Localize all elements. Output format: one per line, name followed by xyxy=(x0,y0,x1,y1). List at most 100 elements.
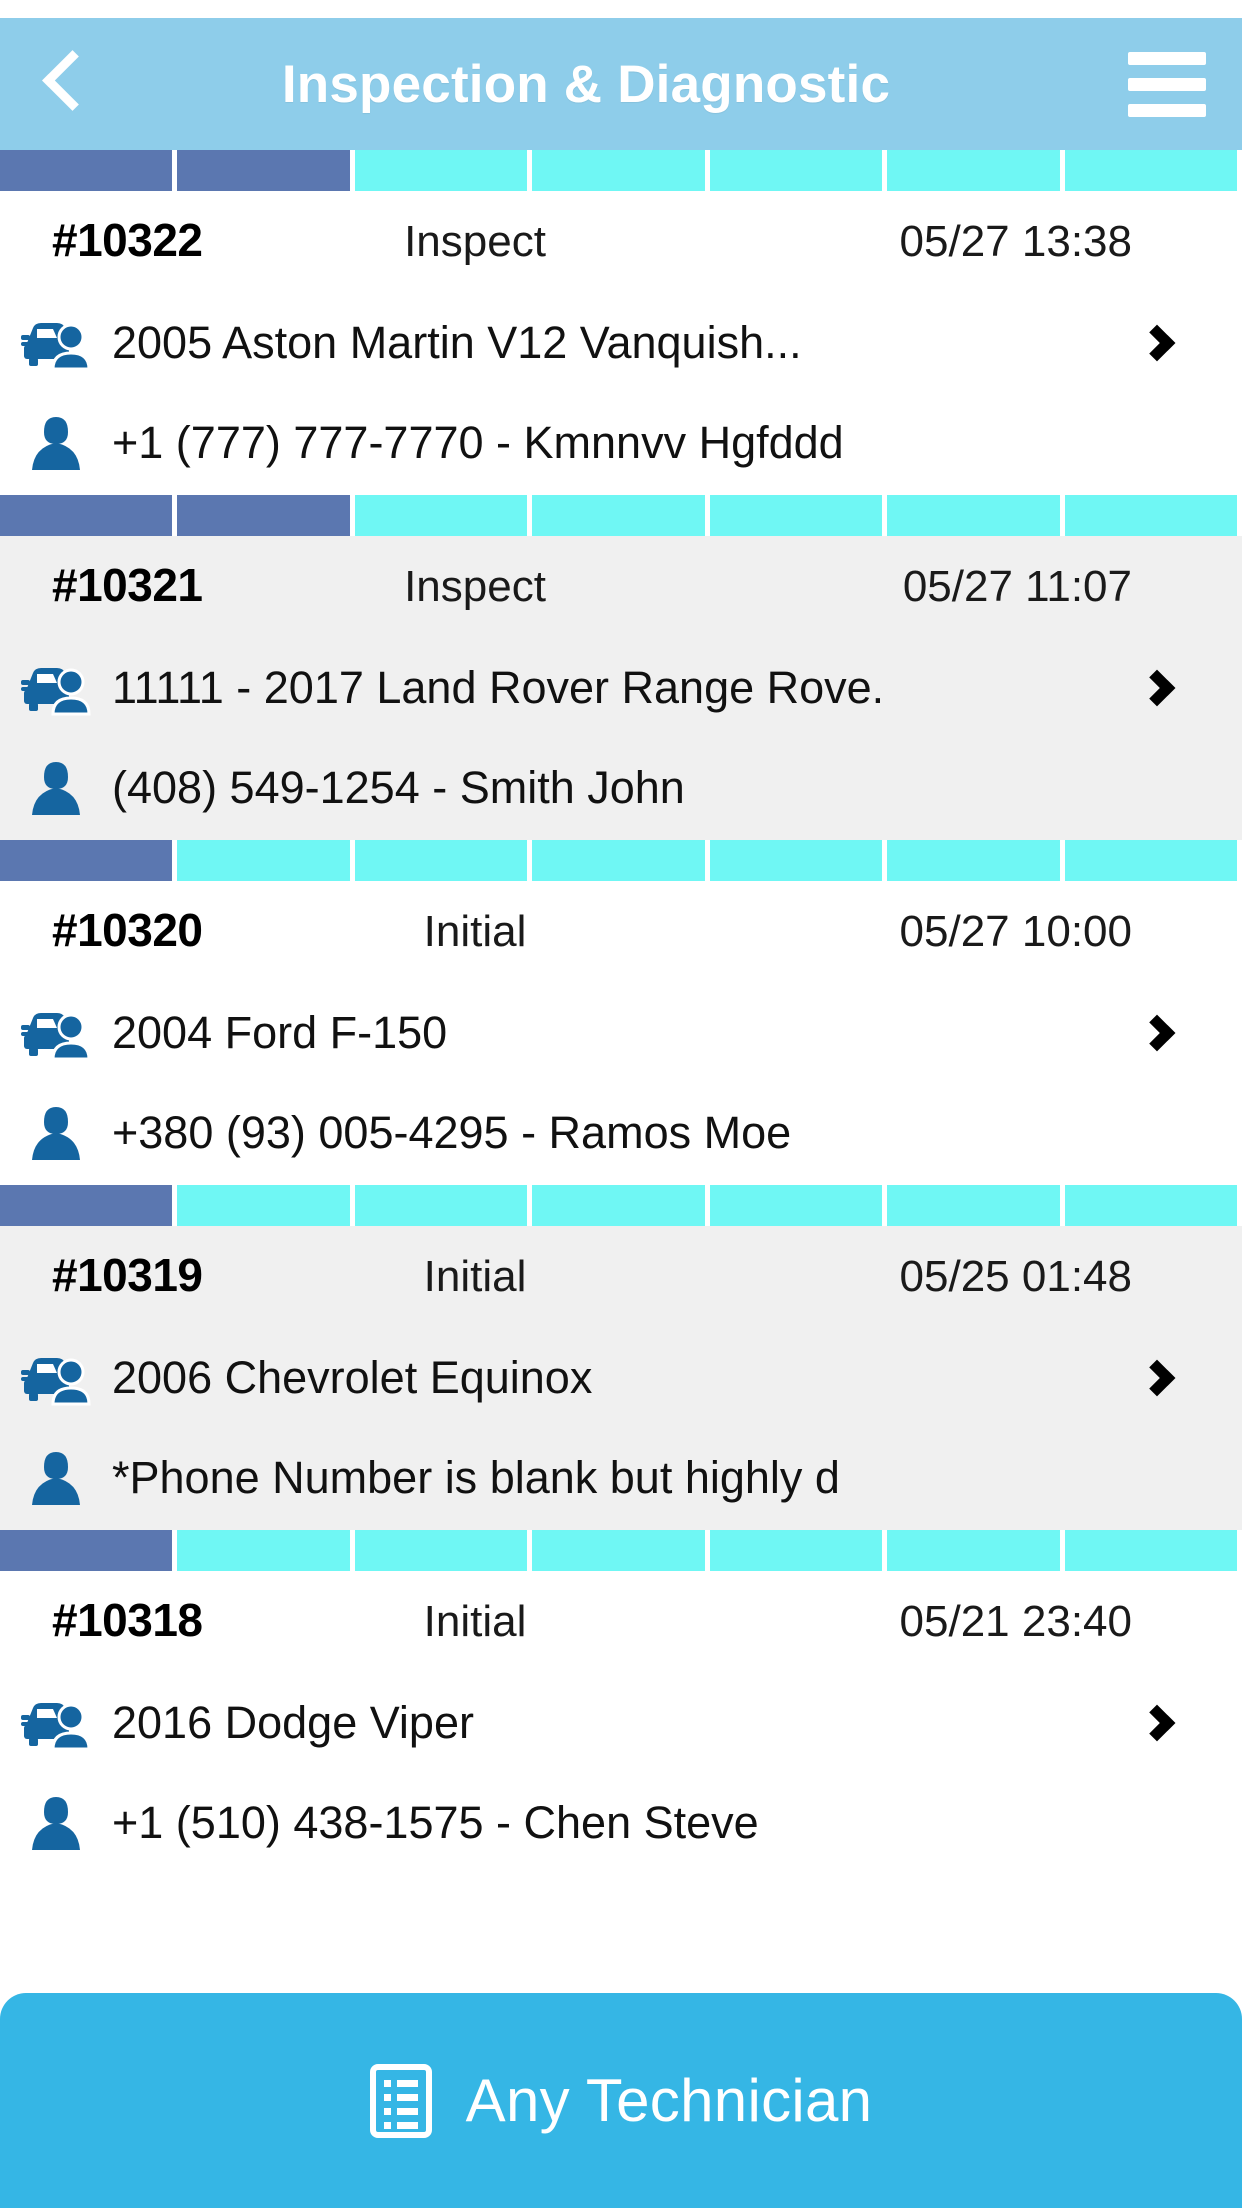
progress-segment xyxy=(177,840,350,881)
inspection-type: Initial xyxy=(423,1252,527,1301)
person-icon xyxy=(0,758,112,818)
contact-line[interactable]: +1 (777) 777-7770 - Kmnnvv Hgfddd xyxy=(0,391,1242,495)
progress-segment xyxy=(1064,150,1237,191)
inspection-type: Initial xyxy=(423,1597,527,1646)
contact-label: (408) 549-1254 - Smith John xyxy=(112,762,685,813)
contact-line[interactable]: *Phone Number is blank but highly d xyxy=(0,1426,1242,1530)
vehicle-line[interactable]: 2004 Ford F-150 xyxy=(0,985,1242,1081)
progress-segment xyxy=(1064,1185,1237,1226)
car-person-icon xyxy=(0,1005,112,1061)
hamburger-menu-button[interactable] xyxy=(1092,18,1242,150)
contact-label: +1 (510) 438-1575 - Chen Steve xyxy=(112,1797,759,1848)
timestamp: 05/25 01:48 xyxy=(899,1252,1132,1301)
app-header: Inspection & Diagnostic xyxy=(0,18,1242,150)
ticket-number: #10318 xyxy=(52,1594,203,1646)
vehicle-line[interactable]: 2005 Aston Martin V12 Vanquish... xyxy=(0,295,1242,391)
chevron-right-icon[interactable] xyxy=(1138,1010,1184,1056)
list-item[interactable]: #10320 Initial 05/27 10:00 2004 Ford F-150 +… xyxy=(0,840,1242,1185)
list-item-body[interactable]: #10322 Inspect 05/27 13:38 2005 Aston Marti… xyxy=(0,191,1242,495)
progress-segment xyxy=(532,1530,705,1571)
person-icon xyxy=(0,1448,112,1508)
hamburger-menu-icon xyxy=(1128,103,1206,117)
list-item[interactable]: #10319 Initial 05/25 01:48 2006 Chevrolet E… xyxy=(0,1185,1242,1530)
vehicle-line[interactable]: 11111 - 2017 Land Rover Range Rove. xyxy=(0,640,1242,736)
timestamp: 05/21 23:40 xyxy=(899,1597,1132,1646)
progress-segment xyxy=(354,1185,528,1226)
progress-segment xyxy=(532,495,705,536)
progress-segment xyxy=(1064,495,1237,536)
chevron-right-icon[interactable] xyxy=(1138,1700,1184,1746)
any-technician-label: Any Technician xyxy=(465,2067,873,2134)
page-title: Inspection & Diagnostic xyxy=(281,54,891,114)
back-chevron-icon xyxy=(41,51,79,117)
contact-label: +1 (777) 777-7770 - Kmnnvv Hgfddd xyxy=(112,417,844,468)
progress-segment xyxy=(532,840,705,881)
progress-segment xyxy=(177,1530,350,1571)
inspection-type: Inspect xyxy=(404,562,546,611)
progress-segment xyxy=(887,840,1060,881)
list-item-body[interactable]: #10318 Initial 05/21 23:40 2016 Dodge Viper… xyxy=(0,1571,1242,1875)
progress-segment xyxy=(887,1530,1060,1571)
list-item-header-line: #10318 Initial 05/21 23:40 xyxy=(0,1571,1242,1675)
vehicle-label: 2004 Ford F-150 xyxy=(112,1007,448,1058)
list-document-icon xyxy=(369,2063,432,2138)
vehicle-line[interactable]: 2016 Dodge Viper xyxy=(0,1675,1242,1771)
timestamp: 05/27 13:38 xyxy=(899,217,1132,266)
inspection-list: #10322 Inspect 05/27 13:38 2005 Aston Marti… xyxy=(0,150,1242,1875)
list-item-body[interactable]: #10321 Inspect 05/27 11:07 11111 - 2017 Lan… xyxy=(0,536,1242,840)
contact-label: *Phone Number is blank but highly d xyxy=(112,1452,840,1503)
person-icon xyxy=(0,1793,112,1853)
progress-segment xyxy=(709,1185,883,1226)
vehicle-line[interactable]: 2006 Chevrolet Equinox xyxy=(0,1330,1242,1426)
hamburger-menu-icon xyxy=(1128,77,1206,91)
progress-segment xyxy=(177,1185,350,1226)
vehicle-label: 2005 Aston Martin V12 Vanquish... xyxy=(112,317,802,368)
hamburger-menu-icon xyxy=(1128,51,1206,65)
timestamp: 05/27 10:00 xyxy=(899,907,1132,956)
vehicle-label: 2006 Chevrolet Equinox xyxy=(112,1352,593,1403)
list-item-header-line: #10320 Initial 05/27 10:00 xyxy=(0,881,1242,985)
progress-segment xyxy=(177,150,350,191)
progress-segment xyxy=(0,495,173,536)
chevron-right-icon[interactable] xyxy=(1138,665,1184,711)
progress-segment xyxy=(532,150,705,191)
progress-bar xyxy=(0,840,1242,915)
contact-line[interactable]: +380 (93) 005-4295 - Ramos Moe xyxy=(0,1081,1242,1185)
progress-segment xyxy=(709,840,883,881)
progress-bar xyxy=(0,150,1242,225)
progress-segment xyxy=(0,1185,173,1226)
contact-line[interactable]: +1 (510) 438-1575 - Chen Steve xyxy=(0,1771,1242,1875)
progress-segment xyxy=(709,150,883,191)
car-person-icon xyxy=(0,660,112,716)
list-item-header-line: #10319 Initial 05/25 01:48 xyxy=(0,1226,1242,1330)
progress-segment xyxy=(177,495,350,536)
list-item-body[interactable]: #10319 Initial 05/25 01:48 2006 Chevrolet E… xyxy=(0,1226,1242,1530)
ticket-number: #10320 xyxy=(52,904,203,956)
progress-bar xyxy=(0,1185,1242,1260)
chevron-right-icon[interactable] xyxy=(1138,320,1184,366)
progress-bar xyxy=(0,1530,1242,1605)
ticket-number: #10319 xyxy=(52,1249,203,1301)
progress-bar xyxy=(0,495,1242,570)
contact-line[interactable]: (408) 549-1254 - Smith John xyxy=(0,736,1242,840)
list-item-body[interactable]: #10320 Initial 05/27 10:00 2004 Ford F-150 +… xyxy=(0,881,1242,1185)
vehicle-label: 11111 - 2017 Land Rover Range Rove. xyxy=(112,662,885,713)
list-item[interactable]: #10322 Inspect 05/27 13:38 2005 Aston Marti… xyxy=(0,150,1242,495)
ticket-number: #10321 xyxy=(52,559,203,611)
progress-segment xyxy=(0,840,173,881)
list-item[interactable]: #10318 Initial 05/21 23:40 2016 Dodge Viper… xyxy=(0,1530,1242,1875)
any-technician-button[interactable]: Any Technician xyxy=(0,1993,1242,2208)
progress-segment xyxy=(887,495,1060,536)
progress-segment xyxy=(532,1185,705,1226)
vehicle-label: 2016 Dodge Viper xyxy=(112,1697,474,1748)
list-item[interactable]: #10321 Inspect 05/27 11:07 11111 - 2017 Lan… xyxy=(0,495,1242,840)
status-bar xyxy=(0,0,1242,18)
chevron-right-icon[interactable] xyxy=(1138,1355,1184,1401)
timestamp: 05/27 11:07 xyxy=(902,562,1132,611)
progress-segment xyxy=(887,150,1060,191)
inspection-type: Inspect xyxy=(404,217,546,266)
list-item-header-line: #10321 Inspect 05/27 11:07 xyxy=(0,536,1242,640)
progress-segment xyxy=(0,150,173,191)
list-item-header-line: #10322 Inspect 05/27 13:38 xyxy=(0,191,1242,295)
progress-segment xyxy=(354,840,528,881)
